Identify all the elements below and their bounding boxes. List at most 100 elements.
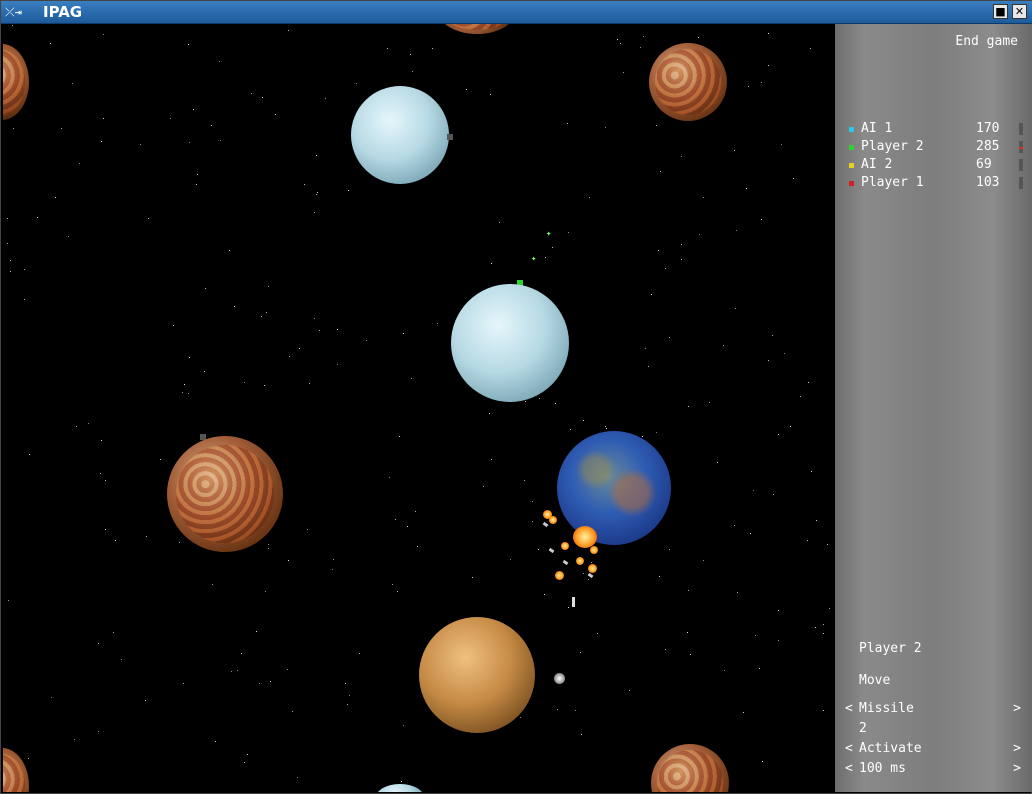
delay-selector[interactable]: < 100 ms >: [845, 761, 1021, 779]
explosion-fragment: [576, 557, 584, 565]
star: [51, 697, 52, 698]
star: [262, 97, 263, 98]
star: [10, 260, 11, 261]
star: [588, 579, 589, 580]
mode-next-button[interactable]: >: [1013, 741, 1021, 756]
star: [270, 681, 271, 682]
star: [784, 353, 785, 354]
weapon-count: 2: [859, 721, 867, 736]
star: [173, 325, 174, 326]
star: [205, 288, 206, 289]
star: [61, 128, 62, 129]
star: [24, 269, 25, 270]
star: [545, 257, 546, 258]
star: [387, 48, 388, 49]
minimize-button[interactable]: ■: [993, 4, 1008, 19]
player-name: AI 2: [861, 157, 893, 172]
star: [737, 592, 738, 593]
star: [815, 627, 816, 628]
star: [759, 668, 760, 669]
star: [681, 156, 682, 157]
star: [736, 230, 737, 231]
planet: [419, 617, 535, 733]
star: [827, 544, 828, 545]
star: [823, 710, 824, 711]
star: [703, 197, 704, 198]
weapon-prev-button[interactable]: <: [845, 701, 853, 716]
star: [317, 192, 318, 193]
end-game-button[interactable]: End game: [955, 34, 1018, 49]
star: [148, 218, 149, 219]
score-row: Player 2 285: [849, 139, 1024, 157]
player-score: 103: [976, 175, 1000, 190]
star: [101, 440, 102, 441]
star: [810, 48, 811, 49]
star: [623, 72, 624, 73]
star: [319, 330, 320, 331]
star: [648, 366, 649, 367]
star: [288, 560, 289, 561]
mode-selector[interactable]: < Activate >: [845, 741, 1021, 759]
star: [266, 312, 267, 313]
weapon-selector[interactable]: < Missile >: [845, 701, 1021, 719]
star: [251, 93, 252, 94]
score-row: AI 2 69: [849, 157, 1024, 175]
star: [316, 194, 317, 195]
window-menu-icon[interactable]: ⤫⇥: [5, 4, 39, 20]
star: [781, 144, 782, 145]
star: [681, 244, 682, 245]
game-field[interactable]: ✦ ✦: [3, 24, 833, 792]
star: [241, 653, 242, 654]
star: [359, 653, 360, 654]
star: [640, 47, 641, 48]
star: [746, 188, 747, 189]
delay-prev-button[interactable]: <: [845, 761, 853, 776]
star: [234, 306, 235, 307]
star: [101, 141, 102, 142]
star: [345, 683, 346, 684]
star: [389, 477, 390, 478]
star: [778, 610, 779, 611]
weapon-next-button[interactable]: >: [1013, 701, 1021, 716]
star: [410, 54, 411, 55]
star: [50, 43, 51, 44]
player-color-dot: [849, 163, 854, 168]
star: [605, 426, 606, 427]
star: [762, 761, 763, 762]
star: [348, 190, 349, 191]
star: [189, 142, 190, 143]
star: [113, 632, 114, 633]
mode-prev-button[interactable]: <: [845, 741, 853, 756]
star: [552, 247, 553, 248]
star: [287, 669, 288, 670]
side-panel: End game AI 1 170 Player 2 285 AI 2 69 P…: [835, 24, 1032, 792]
star: [399, 436, 400, 437]
star: [170, 118, 171, 119]
star: [532, 521, 533, 522]
star: [356, 83, 357, 84]
delay-label: 100 ms: [859, 761, 906, 776]
star: [617, 39, 618, 40]
star: [407, 526, 408, 527]
star: [268, 544, 269, 545]
delay-next-button[interactable]: >: [1013, 761, 1021, 776]
star: [748, 86, 749, 87]
star: [215, 741, 216, 742]
star: [244, 382, 245, 383]
star: [437, 323, 438, 324]
star: [669, 549, 670, 550]
star: [333, 559, 334, 560]
star: [717, 462, 718, 463]
star: [184, 384, 185, 385]
star: [723, 345, 724, 346]
star: [219, 61, 220, 62]
title-bar[interactable]: ⤫⇥ IPAG ■ ✕: [1, 1, 1032, 24]
star: [275, 114, 276, 115]
planet: [649, 43, 727, 121]
star: [681, 259, 682, 260]
star: [403, 725, 404, 726]
star: [244, 762, 245, 763]
game-window: ⤫⇥ IPAG ■ ✕ ✦ ✦ End game AI 1 170 Player…: [0, 0, 1032, 794]
close-button[interactable]: ✕: [1012, 4, 1027, 19]
star: [392, 584, 393, 585]
